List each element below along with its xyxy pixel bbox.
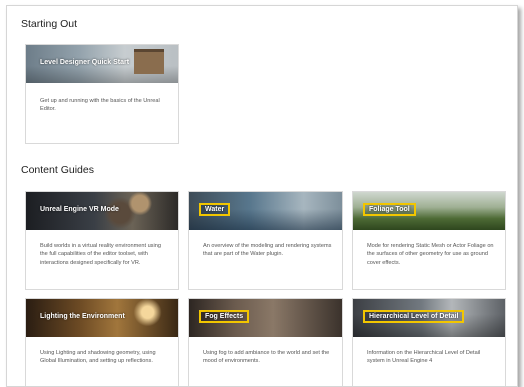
card-title: Level Designer Quick Start	[40, 59, 130, 66]
card-hierarchical-lod[interactable]: Hierarchical Level of Detail Information…	[352, 298, 506, 386]
card-title: Lighting the Environment	[40, 313, 125, 320]
card-description: Using Lighting and shadowing geometry, u…	[40, 350, 156, 365]
card-foliage-tool[interactable]: Foliage Tool Mode for rendering Static M…	[352, 191, 506, 290]
card-description: Mode for rendering Static Mesh or Actor …	[367, 243, 494, 266]
card-description: An overview of the modeling and renderin…	[203, 243, 332, 258]
section-title-starting-out: Starting Out	[21, 18, 78, 30]
card-vr-mode[interactable]: Unreal Engine VR Mode Build worlds in a …	[25, 191, 179, 290]
page-container: Starting Out Level Designer Quick Start …	[6, 5, 518, 387]
card-title-highlighted: Water	[199, 203, 231, 216]
card-water[interactable]: Water An overview of the modeling and re…	[188, 191, 343, 290]
building-graphic	[134, 49, 164, 74]
card-lighting-environment[interactable]: Lighting the Environment Using Lighting …	[25, 298, 179, 386]
card-level-designer-quick-start[interactable]: Level Designer Quick Start Get up and ru…	[25, 44, 179, 144]
card-title-highlighted: Foliage Tool	[363, 203, 416, 216]
card-title-highlighted: Hierarchical Level of Detail	[363, 310, 465, 323]
card-description: Information on the Hierarchical Level of…	[367, 350, 481, 365]
card-description: Build worlds in a virtual reality enviro…	[40, 243, 161, 266]
card-title-highlighted: Fog Effects	[199, 310, 250, 323]
card-title: Unreal Engine VR Mode	[40, 206, 119, 213]
section-title-content-guides: Content Guides	[21, 164, 94, 176]
card-fog-effects[interactable]: Fog Effects Using fog to add ambiance to…	[188, 298, 343, 386]
card-description: Get up and running with the basics of th…	[40, 98, 160, 113]
card-description: Using fog to add ambiance to the world a…	[203, 350, 330, 365]
